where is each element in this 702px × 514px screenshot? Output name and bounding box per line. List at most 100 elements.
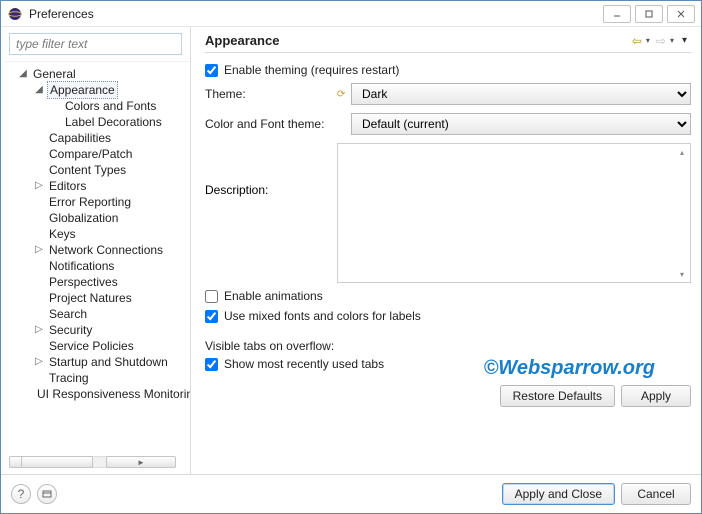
cancel-button[interactable]: Cancel (621, 483, 691, 505)
description-textarea[interactable]: ▴ ▾ (337, 143, 691, 283)
tree-item-label: Compare/Patch (47, 146, 134, 162)
tree-item-label: Appearance (47, 81, 118, 99)
import-export-button[interactable] (37, 484, 57, 504)
expand-icon[interactable] (33, 148, 45, 160)
tree-item-label: Search (47, 306, 89, 322)
expand-icon[interactable] (49, 100, 61, 112)
enable-animations-row: Enable animations (205, 289, 691, 303)
help-button[interactable]: ? (11, 484, 31, 504)
tree-item-label: Capabilities (47, 130, 113, 146)
back-icon[interactable]: ⇦ (632, 34, 642, 48)
scroll-down-icon[interactable]: ▾ (676, 268, 688, 280)
expand-icon[interactable] (33, 196, 45, 208)
scroll-right-button[interactable]: ► (106, 456, 176, 468)
tree-item[interactable]: ▷Startup and Shutdown (7, 354, 190, 370)
enable-theming-label[interactable]: Enable theming (requires restart) (224, 63, 399, 77)
mixed-fonts-checkbox[interactable] (205, 310, 218, 323)
tree-item[interactable]: Content Types (7, 162, 190, 178)
tree-item[interactable]: Search (7, 306, 190, 322)
restore-defaults-button[interactable]: Restore Defaults (500, 385, 615, 407)
mixed-fonts-label[interactable]: Use mixed fonts and colors for labels (224, 309, 421, 323)
maximize-button[interactable] (635, 5, 663, 23)
tree-item[interactable]: Capabilities (7, 130, 190, 146)
expand-icon[interactable] (33, 260, 45, 272)
show-recent-checkbox[interactable] (205, 358, 218, 371)
tree-item[interactable]: UI Responsiveness Monitoring (7, 386, 190, 402)
horizontal-scrollbar[interactable]: ◄ ► (9, 454, 176, 470)
tree-item[interactable]: Service Policies (7, 338, 190, 354)
tree-item[interactable]: Globalization (7, 210, 190, 226)
expand-icon[interactable]: ◢ (17, 68, 29, 80)
tree-item[interactable]: Label Decorations (7, 114, 190, 130)
expand-icon[interactable] (33, 212, 45, 224)
scroll-thumb[interactable] (21, 456, 93, 468)
show-recent-row: Show most recently used tabs (205, 357, 691, 371)
color-font-theme-select[interactable]: Default (current) (351, 113, 691, 135)
tree-item-label: Editors (47, 178, 88, 194)
scroll-up-icon[interactable]: ▴ (676, 146, 688, 158)
apply-and-close-button[interactable]: Apply and Close (502, 483, 615, 505)
tree-item[interactable]: ▷Editors (7, 178, 190, 194)
tree-item[interactable]: Error Reporting (7, 194, 190, 210)
apply-button[interactable]: Apply (621, 385, 691, 407)
description-label: Description: (205, 143, 337, 197)
tree-item[interactable]: Project Natures (7, 290, 190, 306)
expand-icon[interactable] (33, 372, 45, 384)
expand-icon[interactable] (33, 308, 45, 320)
tree-item-appearance[interactable]: ◢Appearance (7, 82, 190, 98)
preferences-tree[interactable]: ◢General◢AppearanceColors and FontsLabel… (5, 62, 190, 406)
tree-item-label: Security (47, 322, 94, 338)
tree-item-label: Perspectives (47, 274, 120, 290)
tree-item[interactable]: Keys (7, 226, 190, 242)
app-icon (7, 6, 23, 22)
enable-animations-label[interactable]: Enable animations (224, 289, 323, 303)
tree-item-label: Project Natures (47, 290, 134, 306)
mixed-fonts-row: Use mixed fonts and colors for labels (205, 309, 691, 323)
tree-item[interactable]: ▷Network Connections (7, 242, 190, 258)
show-recent-label[interactable]: Show most recently used tabs (224, 357, 384, 371)
enable-theming-row: Enable theming (requires restart) (205, 63, 691, 77)
theme-label: Theme: (205, 87, 337, 101)
expand-icon[interactable]: ▷ (33, 324, 45, 336)
tree-item-label: Service Policies (47, 338, 136, 354)
tree-item[interactable]: Tracing (7, 370, 190, 386)
tree-item[interactable]: Notifications (7, 258, 190, 274)
expand-icon[interactable] (49, 116, 61, 128)
expand-icon[interactable]: ▷ (33, 180, 45, 192)
theme-select[interactable]: Dark (351, 83, 691, 105)
tree-item[interactable]: Perspectives (7, 274, 190, 290)
refresh-icon: ⟳ (337, 89, 351, 100)
tree-item[interactable]: ▷Security (7, 322, 190, 338)
tree-item-label: Network Connections (47, 242, 165, 258)
close-button[interactable] (667, 5, 695, 23)
tree-item[interactable]: Colors and Fonts (7, 98, 190, 114)
expand-icon[interactable] (33, 292, 45, 304)
expand-icon[interactable]: ▷ (33, 244, 45, 256)
expand-icon[interactable] (33, 228, 45, 240)
forward-icon[interactable]: ⇨ (656, 34, 666, 48)
tree-item-label: Label Decorations (63, 114, 164, 130)
filter-container (9, 33, 182, 55)
expand-icon[interactable]: ◢ (33, 84, 45, 96)
view-menu-icon[interactable]: ▾ (682, 35, 687, 46)
enable-animations-checkbox[interactable] (205, 290, 218, 303)
expand-icon[interactable] (33, 276, 45, 288)
minimize-button[interactable] (603, 5, 631, 23)
visible-tabs-heading: Visible tabs on overflow: (205, 339, 691, 353)
tree-item-label: Notifications (47, 258, 116, 274)
tree-item-label: Startup and Shutdown (47, 354, 170, 370)
tree-item-label: UI Responsiveness Monitoring (35, 386, 190, 402)
expand-icon[interactable]: ▷ (33, 356, 45, 368)
expand-icon[interactable] (33, 340, 45, 352)
back-menu-icon[interactable]: ▾ (646, 36, 650, 45)
forward-menu-icon[interactable]: ▾ (670, 36, 674, 45)
tree-item[interactable]: Compare/Patch (7, 146, 190, 162)
tree-item-general[interactable]: ◢General (7, 66, 190, 82)
color-font-theme-label: Color and Font theme: (205, 117, 337, 131)
tree-item-label: Error Reporting (47, 194, 133, 210)
enable-theming-checkbox[interactable] (205, 64, 218, 77)
expand-icon[interactable] (33, 164, 45, 176)
tree-item-label: Content Types (47, 162, 128, 178)
expand-icon[interactable] (33, 132, 45, 144)
filter-input[interactable] (9, 33, 182, 55)
